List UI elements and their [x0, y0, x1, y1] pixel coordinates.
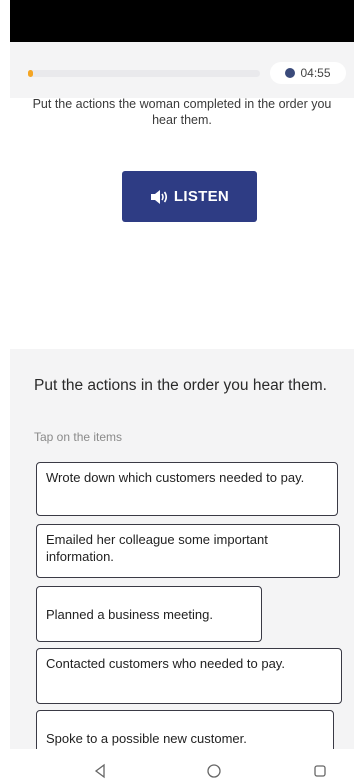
- listen-button[interactable]: LISTEN: [122, 171, 257, 222]
- progress-bar-fill: [28, 70, 33, 77]
- question-prompt: Put the actions the woman completed in t…: [32, 97, 332, 127]
- system-nav-bar: [10, 749, 354, 783]
- option-item[interactable]: Planned a business meeting.: [36, 586, 262, 642]
- option-item[interactable]: Wrote down which customers needed to pay…: [36, 462, 338, 516]
- listen-label: LISTEN: [173, 188, 230, 205]
- progress-bar: [28, 70, 260, 77]
- progress-header: 04:55: [10, 42, 354, 98]
- speaker-icon: [150, 189, 167, 204]
- recent-apps-square-icon[interactable]: [312, 763, 328, 779]
- timer-badge: 04:55: [270, 62, 346, 84]
- option-item[interactable]: Emailed her colleague some important inf…: [36, 524, 340, 578]
- back-triangle-icon[interactable]: [92, 763, 108, 779]
- status-bar: [10, 0, 354, 42]
- home-circle-icon[interactable]: [206, 763, 222, 779]
- task-instruction: Put the actions in the order you hear th…: [34, 377, 327, 394]
- option-item[interactable]: Contacted customers who needed to pay.: [36, 648, 342, 704]
- timer-text: 04:55: [300, 66, 331, 80]
- task-hint: Tap on the items: [34, 430, 123, 444]
- clock-dot-icon: [285, 68, 296, 78]
- audio-panel: LISTEN: [28, 137, 350, 349]
